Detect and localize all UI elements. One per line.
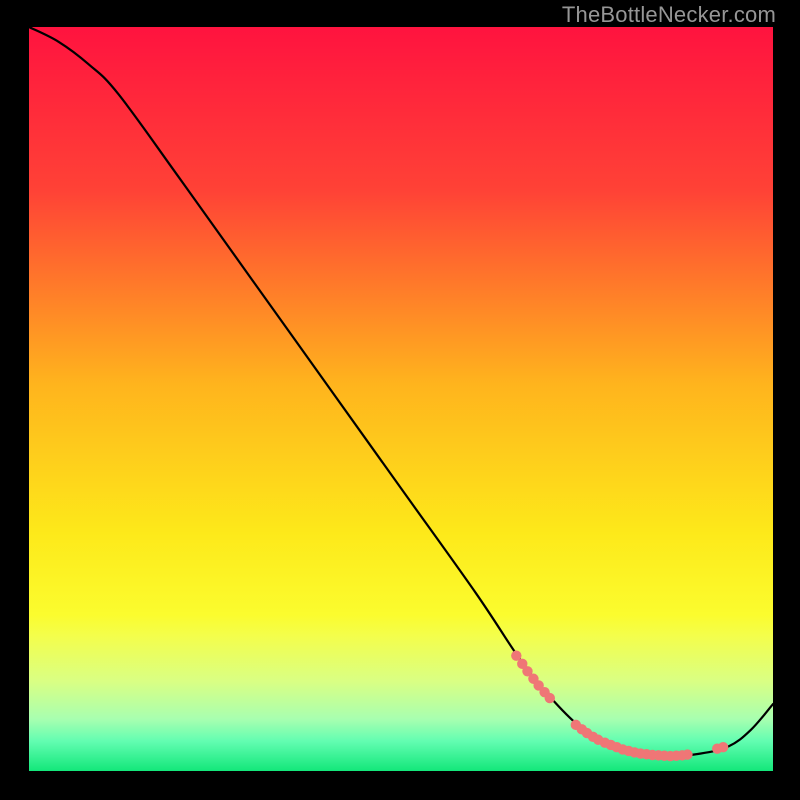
- plot-gradient-background: [0, 0, 800, 800]
- watermark-text: TheBottleNecker.com: [562, 2, 776, 28]
- chart-stage: TheBottleNecker.com: [0, 0, 800, 800]
